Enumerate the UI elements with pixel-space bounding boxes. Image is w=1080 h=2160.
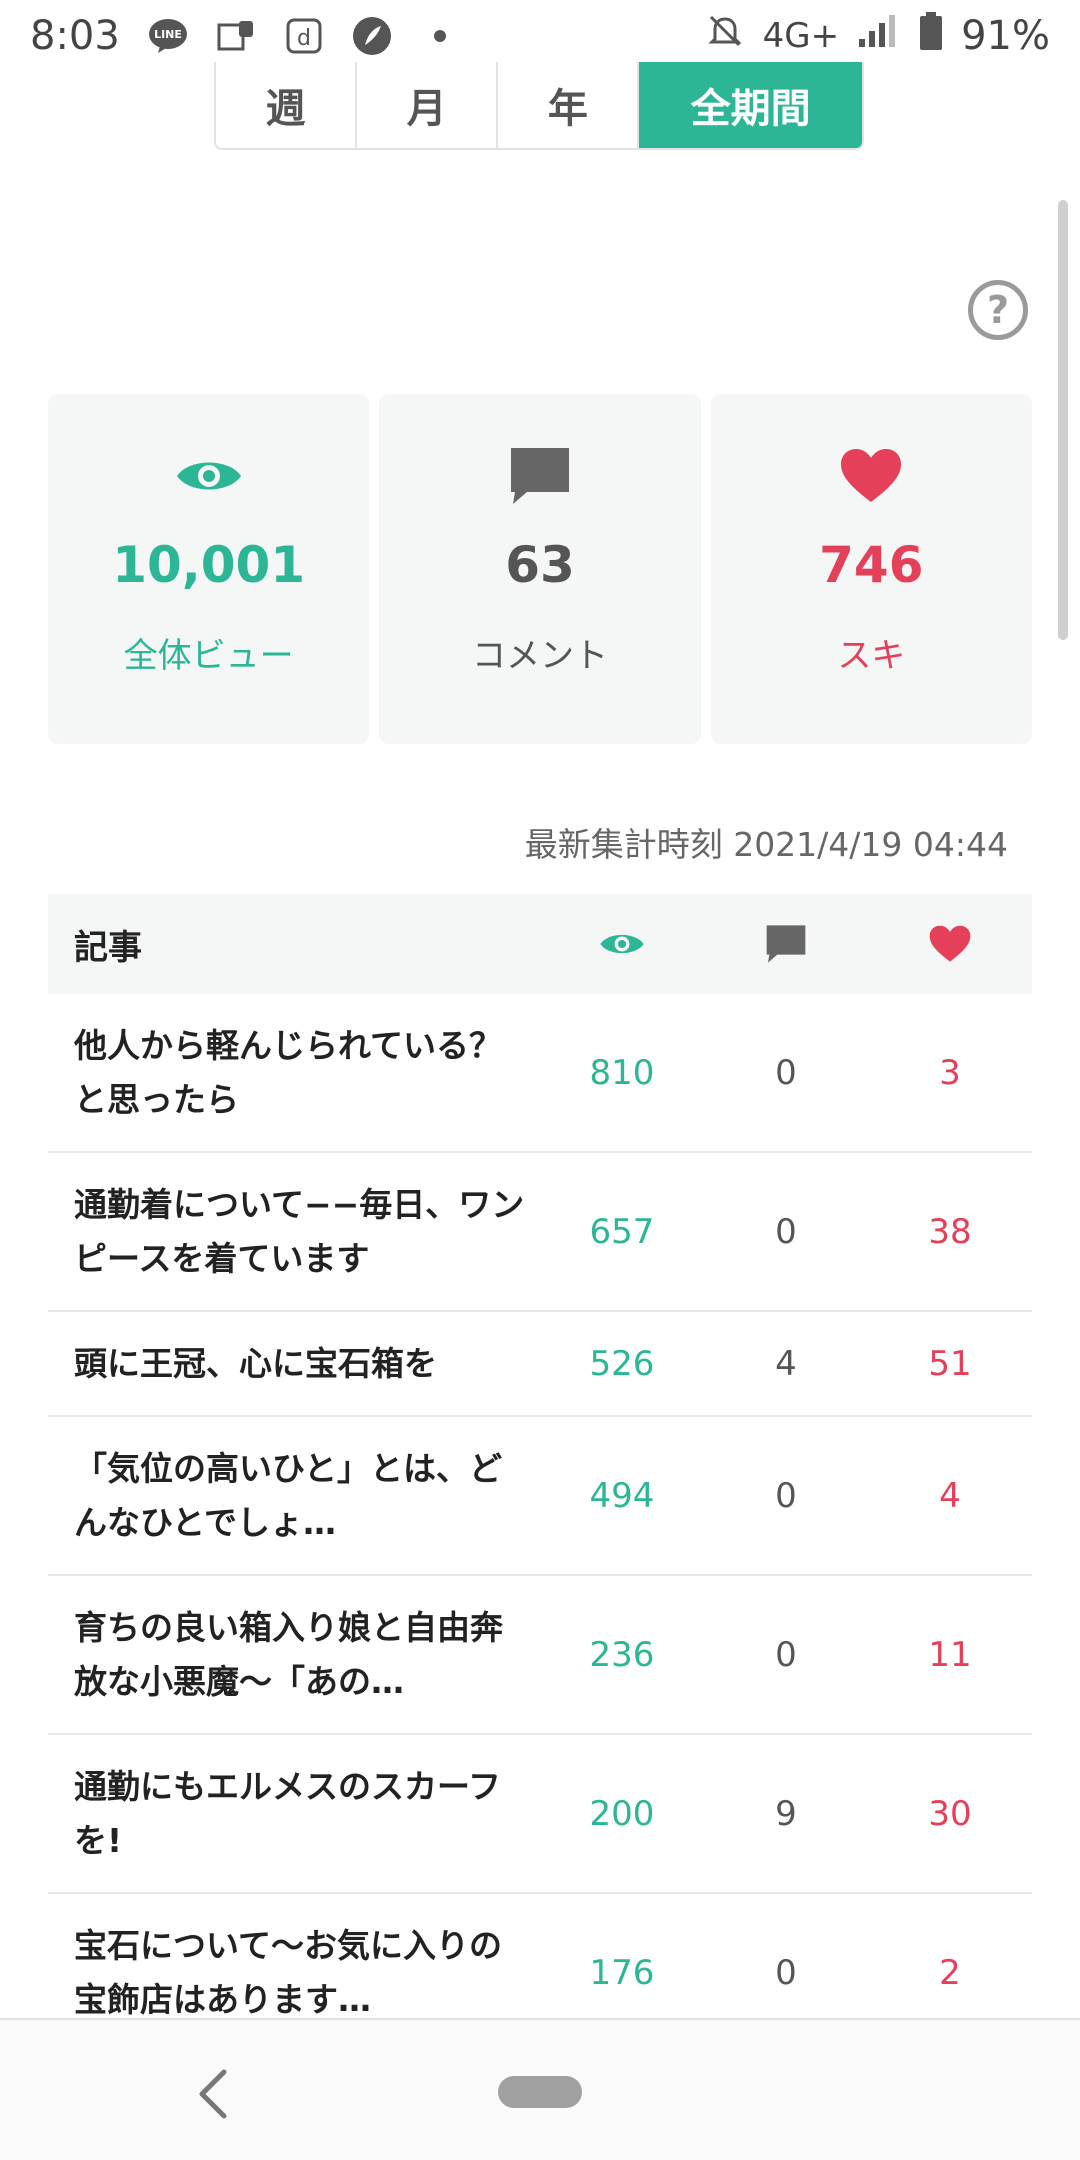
views-card: 10,001 全体ビュー: [48, 394, 370, 744]
views-label: 全体ビュー: [123, 636, 294, 676]
eye-icon[interactable]: [540, 929, 704, 959]
comments-total: 63: [505, 536, 575, 594]
comment-icon: [509, 446, 571, 506]
comments-card: 63 コメント: [379, 394, 701, 744]
article-title[interactable]: 育ちの良い箱入り娘と自由奔放な小悪魔〜「あの…: [48, 1601, 540, 1709]
tab-all-time[interactable]: 全期間: [639, 62, 862, 148]
table-row[interactable]: 頭に王冠、心に宝石箱を 526 4 51: [48, 1312, 1032, 1417]
likes-label: スキ: [837, 636, 906, 676]
scrollbar[interactable]: [1058, 200, 1068, 640]
article-likes: 4: [939, 1475, 961, 1516]
mute-icon: [705, 11, 745, 61]
article-comments: 0: [775, 1952, 797, 1993]
svg-text:d: d: [297, 26, 311, 51]
article-likes: 3: [939, 1052, 961, 1093]
article-views: 200: [589, 1793, 655, 1834]
help-icon[interactable]: ?: [968, 280, 1028, 340]
eye-icon: [175, 446, 243, 506]
article-comments: 0: [775, 1211, 797, 1252]
heart-icon: [840, 446, 902, 506]
article-views: 176: [589, 1952, 655, 1993]
feather-app-icon: [350, 14, 394, 58]
article-title[interactable]: 宝石について〜お気に入りの宝飾店はあります…: [48, 1919, 540, 2027]
last-updated: 最新集計時刻 2021/4/19 04:44: [524, 825, 1008, 864]
network-type: 4G+: [762, 16, 840, 56]
article-likes: 38: [928, 1211, 972, 1252]
notification-icon: [214, 14, 258, 58]
article-likes: 11: [928, 1634, 972, 1675]
article-comments: 0: [775, 1634, 797, 1675]
article-table: 記事 他人から軽んじられている？と思ったら 810 0 3 通勤着について−−毎…: [48, 894, 1032, 2053]
article-likes: 51: [928, 1343, 972, 1384]
article-views: 526: [589, 1343, 655, 1384]
article-title[interactable]: 頭に王冠、心に宝石箱を: [48, 1337, 540, 1391]
status-time: 8:03: [30, 13, 120, 59]
battery-level: 91%: [961, 13, 1050, 59]
table-row[interactable]: 育ちの良い箱入り娘と自由奔放な小悪魔〜「あの… 236 0 11: [48, 1576, 1032, 1735]
article-comments: 0: [775, 1052, 797, 1093]
article-title[interactable]: 他人から軽んじられている？と思ったら: [48, 1019, 540, 1127]
article-likes: 30: [928, 1793, 972, 1834]
line-icon: LINE: [146, 14, 190, 58]
article-likes: 2: [939, 1952, 961, 1993]
svg-text:LINE: LINE: [154, 28, 182, 41]
article-comments: 4: [775, 1343, 797, 1384]
tab-week[interactable]: 週: [216, 62, 358, 148]
article-views: 494: [589, 1475, 655, 1516]
tab-year[interactable]: 年: [498, 62, 640, 148]
home-pill-icon[interactable]: [498, 2076, 582, 2108]
dot-icon: [418, 14, 462, 58]
article-views: 236: [589, 1634, 655, 1675]
heart-icon[interactable]: [868, 925, 1032, 963]
comment-icon[interactable]: [704, 924, 868, 964]
tab-month[interactable]: 月: [357, 62, 499, 148]
article-comments: 0: [775, 1475, 797, 1516]
back-icon[interactable]: [192, 2064, 232, 2124]
system-nav-bar: [0, 2018, 1080, 2160]
article-title[interactable]: 通勤にもエルメスのスカーフを!: [48, 1760, 540, 1868]
likes-card: 746 スキ: [710, 394, 1032, 744]
battery-icon: [919, 11, 943, 61]
article-comments: 9: [775, 1793, 797, 1834]
comments-label: コメント: [471, 636, 608, 676]
table-row[interactable]: 通勤着について−−毎日、ワンピースを着ています 657 0 38: [48, 1153, 1032, 1312]
d-app-icon: d: [282, 14, 326, 58]
signal-icon: [857, 13, 901, 59]
article-views: 810: [589, 1052, 655, 1093]
header-article: 記事: [74, 927, 142, 968]
table-row[interactable]: 他人から軽んじられている？と思ったら 810 0 3: [48, 994, 1032, 1153]
summary-cards: 10,001 全体ビュー 63 コメント 746 スキ: [48, 394, 1032, 744]
views-total: 10,001: [112, 536, 306, 594]
article-title[interactable]: 「気位の高いひと」とは、どんなひとでしょ…: [48, 1442, 540, 1550]
period-tabs: 週 月 年 全期間: [214, 62, 864, 150]
likes-total: 746: [819, 536, 924, 594]
table-row[interactable]: 「気位の高いひと」とは、どんなひとでしょ… 494 0 4: [48, 1417, 1032, 1576]
article-views: 657: [589, 1211, 655, 1252]
table-header: 記事: [48, 894, 1032, 994]
article-title[interactable]: 通勤着について−−毎日、ワンピースを着ています: [48, 1178, 540, 1286]
table-row[interactable]: 通勤にもエルメスのスカーフを! 200 9 30: [48, 1735, 1032, 1894]
